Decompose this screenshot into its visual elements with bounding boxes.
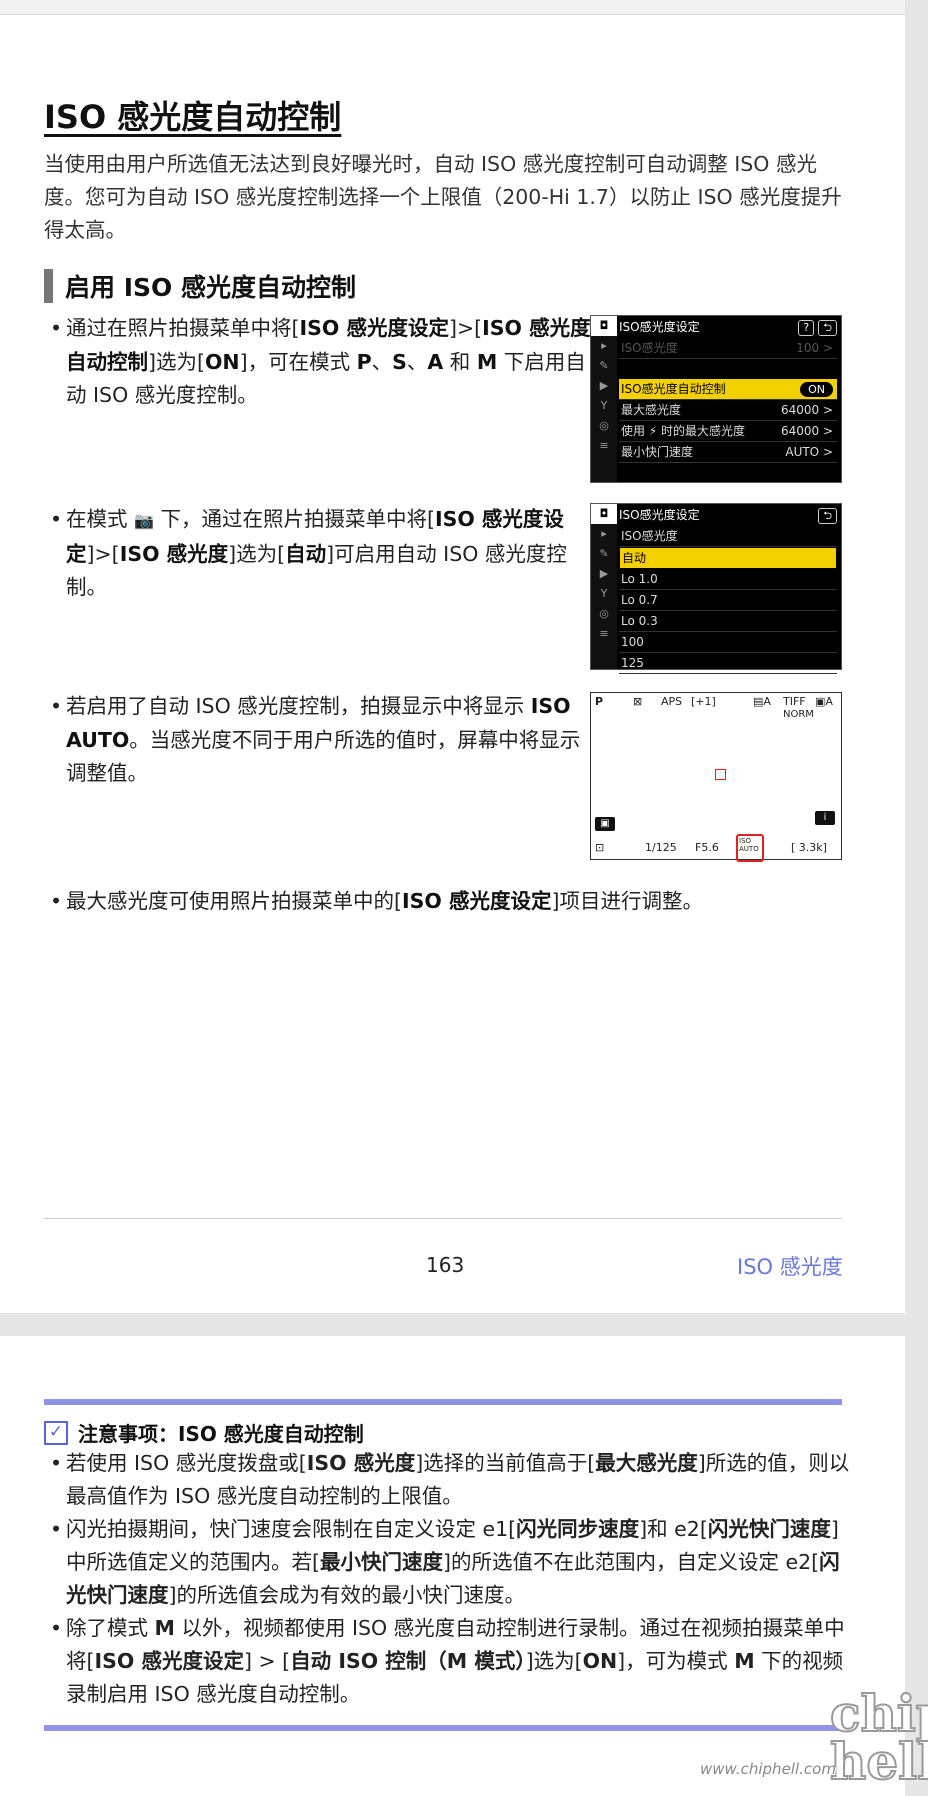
bullet-enable-via-menu: 通过在照片拍摄菜单中将[ISO 感光度设定]>[ISO 感光度自动控制]选为[O… [50, 312, 591, 413]
bullet-auto-mode: 在模式 📷 下，通过在照片拍摄菜单中将[ISO 感光度设定]>[ISO 感光度]… [50, 503, 591, 605]
lv-norm: NORM [783, 709, 814, 720]
menu-sidebar: ◘ ▸ ✎ ▶ Y ◎ ≡ [591, 316, 617, 482]
menu-title-text: ISO感光度设定 [619, 508, 700, 522]
lv-aperture: F5.6 [695, 841, 719, 854]
menu-rows: ISO感光度 自动 Lo 1.0 Lo 0.7 Lo 0.3 100 125 [619, 526, 837, 674]
back-icon: ⮌ [818, 508, 837, 524]
menu-row-lo07: Lo 0.7 [619, 590, 837, 611]
note-title: 注意事项：ISO 感光度自动控制 [78, 1422, 364, 1446]
iso-auto-highlight [736, 834, 764, 862]
section-heading-bar [44, 269, 53, 303]
check-icon: ✓ [44, 1420, 68, 1445]
intro-paragraph: 当使用由用户所选值无法达到良好曝光时，自动 ISO 感光度控制可自动调整 ISO… [44, 152, 842, 242]
menu-row-max-iso: 最大感光度 64000 > [619, 400, 837, 421]
menu-row-lo03: Lo 0.3 [619, 611, 837, 632]
watermark: chip hell www.chiphell.com [700, 1688, 928, 1796]
photo-menu-icon: ◘ [591, 316, 617, 336]
watermark-logo: chip hell [829, 1684, 928, 1791]
menu-row-100: 100 [619, 632, 837, 653]
lv-exposure-comp: [+1] [691, 695, 716, 708]
video-menu-icon: ▸ [601, 339, 607, 352]
lv-mode: P [595, 695, 604, 708]
camera-mode-icon: ▣ [595, 817, 615, 831]
menu-title: ISO感光度设定 ? ⮌ [619, 318, 839, 336]
running-title-link[interactable]: ISO 感光度 [737, 1251, 843, 1281]
camera-menu-screen-iso-list: ◘ ▸ ✎ ▶ Y ◎ ≡ ISO感光度设定 ⮌ ISO感光度 自动 Lo 1.… [590, 503, 842, 674]
note-top-rule [44, 1399, 842, 1405]
note-bullet-dial: 若使用 ISO 感光度拨盘或[ISO 感光度]选择的当前值高于[最大感光度]所选… [50, 1447, 856, 1513]
wrench-icon: Y [600, 587, 608, 600]
camera-shooting-display: P ⊠ APS [+1] ▤A TIFF ▣A NORM ▣ i ⊡ 1/125… [590, 692, 842, 862]
playback-icon: ▶ [599, 567, 609, 580]
lv-icon-4: ▤A [753, 695, 771, 708]
custom-icon: ◎ [599, 607, 609, 620]
page-title: ISO 感光度自动控制 [44, 98, 342, 136]
menu-row-iso: ISO感光度 100 > [619, 338, 837, 359]
on-badge: ON [800, 382, 833, 397]
lv-tiff: TIFF [783, 695, 806, 708]
lv-frames: [ 3.3k] [791, 841, 827, 854]
menu-sidebar: ◘ ▸ ✎ ▶ Y ◎ ≡ [591, 504, 617, 669]
menu-row-spacer [619, 359, 837, 379]
footer-rule [44, 1218, 842, 1219]
section-title: 启用 ISO 感光度自动控制 [65, 273, 356, 302]
mymenu-icon: ≡ [599, 439, 609, 452]
menu-row-max-iso-flash: 使用 ⚡ 时的最大感光度 64000 > [619, 421, 837, 442]
note-bullet-flash: 闪光拍摄期间，快门速度会限制在自定义设定 e1[闪光同步速度]和 e2[闪光快门… [50, 1513, 856, 1612]
pencil-icon: ✎ [599, 547, 609, 560]
menu-rows: ISO感光度 100 > ISO感光度自动控制 ON 最大感光度 64000 > 使用… [619, 338, 837, 463]
pencil-icon: ✎ [599, 359, 609, 372]
lv-shutter: 1/125 [645, 841, 677, 854]
photo-menu-icon: ◘ [591, 504, 617, 524]
menu-row-auto-iso: ISO感光度自动控制 ON [619, 379, 837, 400]
help-icon: ? [798, 320, 815, 336]
auto-camera-icon: 📷 [134, 511, 154, 530]
info-icon: i [815, 811, 835, 825]
mymenu-icon: ≡ [599, 627, 609, 640]
video-menu-icon: ▸ [601, 527, 607, 540]
camera-menu-screen-iso-settings: ◘ ▸ ✎ ▶ Y ◎ ≡ ISO感光度设定 ? ⮌ ISO感光度 100 > IS… [590, 315, 842, 483]
page-163: ISO 感光度自动控制 当使用由用户所选值无法达到良好曝光时，自动 ISO 感光… [0, 0, 905, 1313]
back-icon: ⮌ [818, 320, 837, 336]
menu-title: ISO感光度设定 ⮌ [619, 506, 839, 524]
menu-title-text: ISO感光度设定 [619, 320, 700, 334]
bullet-max-sensitivity: 最大感光度可使用照片拍摄菜单中的[ISO 感光度设定]项目进行调整。 [50, 885, 846, 919]
lv-icon-1: ⊠ [633, 695, 643, 708]
page-number: 163 [426, 1253, 465, 1277]
wrench-icon: Y [600, 399, 608, 412]
note-heading: ✓ 注意事项：ISO 感光度自动控制 [44, 1418, 364, 1447]
playback-icon: ▶ [599, 379, 609, 392]
menu-row-min-shutter: 最小快门速度 AUTO > [619, 442, 837, 463]
menu-subtitle: ISO感光度 [619, 526, 837, 547]
bullet-iso-auto-display: 若启用了自动 ISO 感光度控制，拍摄显示中将显示 ISO AUTO。当感光度不… [50, 690, 591, 791]
focus-point [715, 769, 726, 780]
metering-icon: ⊡ [595, 841, 605, 854]
custom-icon: ◎ [599, 419, 609, 432]
section-heading: 启用 ISO 感光度自动控制 [44, 268, 356, 304]
lv-aps: APS [661, 695, 683, 708]
lv-icon-7: ▣A [815, 695, 833, 708]
watermark-url: www.chiphell.com [700, 1760, 836, 1778]
menu-row-125: 125 [619, 653, 837, 674]
menu-row-auto: 自动 [619, 547, 837, 569]
menu-row-lo10: Lo 1.0 [619, 569, 837, 590]
page-top-edge [0, 0, 905, 15]
